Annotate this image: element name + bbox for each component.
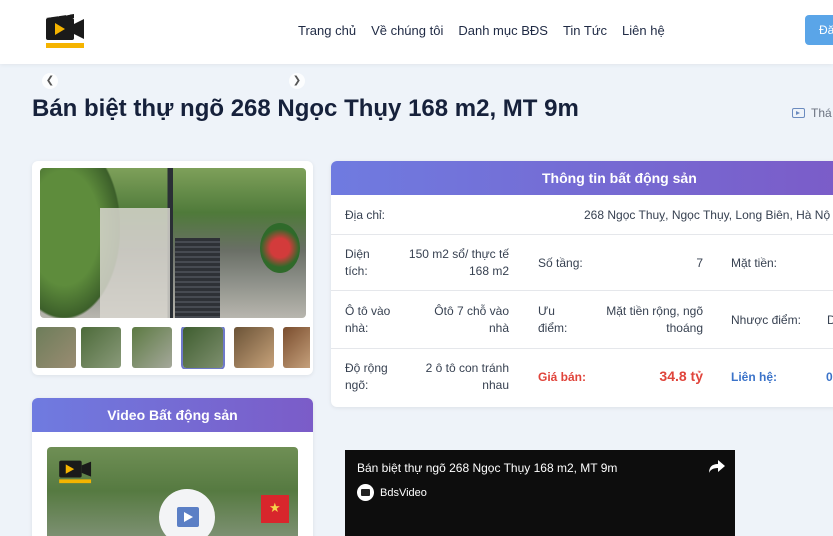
thumbnail-1[interactable] — [36, 327, 76, 368]
car-access-value-line-2: nhà — [488, 321, 509, 335]
area-value: 150 m2 sổ/ thực tế 168 m2 — [391, 246, 509, 280]
video-icon — [792, 108, 805, 118]
title-side-link-label: Thá — [811, 106, 832, 120]
car-access-label-line-2: nhà: — [345, 321, 369, 335]
pros-value-line-2: thoáng — [666, 321, 703, 335]
photo-wall — [100, 208, 170, 318]
title-side-link[interactable]: Thá — [792, 106, 832, 120]
lane-width-value-line-1: 2 ô tô con tránh — [425, 361, 509, 375]
lane-width-label-line-1: Độ rộng — [345, 361, 388, 375]
chevron-left-icon[interactable]: ❮ — [42, 73, 58, 89]
main-nav: Trang chủ Về chúng tôi Danh mục BĐS Tin … — [298, 23, 665, 38]
lane-width-label-line-2: ngõ: — [345, 378, 369, 392]
header-cta-button[interactable]: Đă — [805, 15, 833, 45]
pros-label-line-2: điểm: — [538, 321, 568, 335]
video-section: Video Bất động sản — [32, 398, 313, 536]
video-thumbnail[interactable] — [47, 447, 298, 536]
address-value: 268 Ngọc Thuỵ, Ngọc Thụy, Long Biên, Hà … — [584, 208, 831, 222]
car-access-label-line-1: Ô tô vào — [345, 304, 391, 318]
price-value: 34.8 tỷ — [659, 368, 703, 384]
frontage-label: Mặt tiền: — [731, 256, 778, 270]
area-label-line-1: Diện — [345, 247, 370, 261]
property-info-heading: Thông tin bất động sản — [331, 161, 833, 195]
play-icon — [177, 507, 199, 527]
channel-avatar-icon[interactable] — [357, 484, 374, 501]
row-divider — [331, 234, 833, 235]
nav-home[interactable]: Trang chủ — [298, 23, 356, 38]
area-value-line-2: 168 m2 — [468, 264, 509, 278]
thumbnail-4[interactable] — [181, 327, 225, 369]
thumbnail-6[interactable] — [283, 327, 310, 368]
pros-label: Ưu điểm: — [538, 303, 567, 337]
row-divider — [331, 348, 833, 349]
pros-value: Mặt tiền rộng, ngõ thoáng — [586, 303, 703, 337]
pros-label-line-1: Ưu — [538, 304, 555, 318]
nav-listings[interactable]: Danh mục BĐS — [458, 23, 548, 38]
price-label: Giá bán: — [538, 370, 587, 384]
photo-gallery — [32, 161, 313, 375]
thumbnail-3[interactable] — [132, 327, 172, 368]
address-label: Địa chỉ: — [345, 208, 386, 222]
lane-width-label: Độ rộng ngõ: — [345, 360, 388, 394]
youtube-channel-name[interactable]: BdsVideo — [380, 487, 427, 499]
site-logo[interactable] — [44, 10, 86, 50]
lane-width-value: 2 ô tô con tránh nhau — [391, 360, 509, 394]
cons-value: D — [827, 313, 833, 327]
floors-value: 7 — [696, 256, 703, 270]
car-access-value: Ôtô 7 chỗ vào nhà — [391, 303, 509, 337]
main-photo[interactable] — [40, 168, 306, 318]
row-divider — [331, 290, 833, 291]
share-arrow-icon[interactable] — [708, 458, 726, 474]
contact-value[interactable]: 0 — [826, 369, 833, 386]
lane-width-value-line-2: nhau — [482, 378, 509, 392]
video-section-heading: Video Bất động sản — [32, 398, 313, 432]
photo-flowers — [260, 223, 300, 273]
car-access-label: Ô tô vào nhà: — [345, 303, 390, 337]
photo-shutter — [175, 238, 220, 318]
contact-label: Liên hệ: — [731, 370, 778, 384]
car-access-value-line-1: Ôtô 7 chỗ vào — [434, 304, 509, 318]
nav-contact[interactable]: Liên hệ — [622, 23, 665, 38]
youtube-video-title[interactable]: Bán biệt thự ngõ 268 Ngọc Thụy 168 m2, M… — [357, 461, 617, 475]
thumbnail-5[interactable] — [234, 327, 274, 368]
area-value-line-1: 150 m2 sổ/ thực tế — [408, 247, 509, 261]
page-title: Bán biệt thự ngõ 268 Ngọc Thụy 168 m2, M… — [32, 95, 579, 122]
play-button[interactable] — [159, 489, 215, 536]
cons-label: Nhược điểm: — [731, 313, 801, 327]
flag-decoration — [261, 495, 289, 523]
pros-value-line-1: Mặt tiền rộng, ngõ — [606, 304, 703, 318]
property-info-heading-text: Thông tin bất động sản — [542, 170, 697, 186]
nav-news[interactable]: Tin Tức — [563, 23, 607, 38]
property-info-card: Thông tin bất động sản Địa chỉ: 268 Ngọc… — [331, 161, 833, 407]
chevron-right-icon[interactable]: ❯ — [289, 73, 305, 89]
youtube-embed[interactable]: Bán biệt thự ngõ 268 Ngọc Thụy 168 m2, M… — [345, 450, 735, 536]
area-label: Diện tích: — [345, 246, 370, 280]
site-header: Trang chủ Về chúng tôi Danh mục BĐS Tin … — [0, 0, 833, 64]
thumbnail-2[interactable] — [81, 327, 121, 368]
floors-label: Số tầng: — [538, 256, 583, 270]
nav-about[interactable]: Về chúng tôi — [371, 23, 443, 38]
video-logo-watermark — [59, 460, 92, 484]
area-label-line-2: tích: — [345, 264, 368, 278]
thumbnail-strip — [36, 327, 310, 369]
